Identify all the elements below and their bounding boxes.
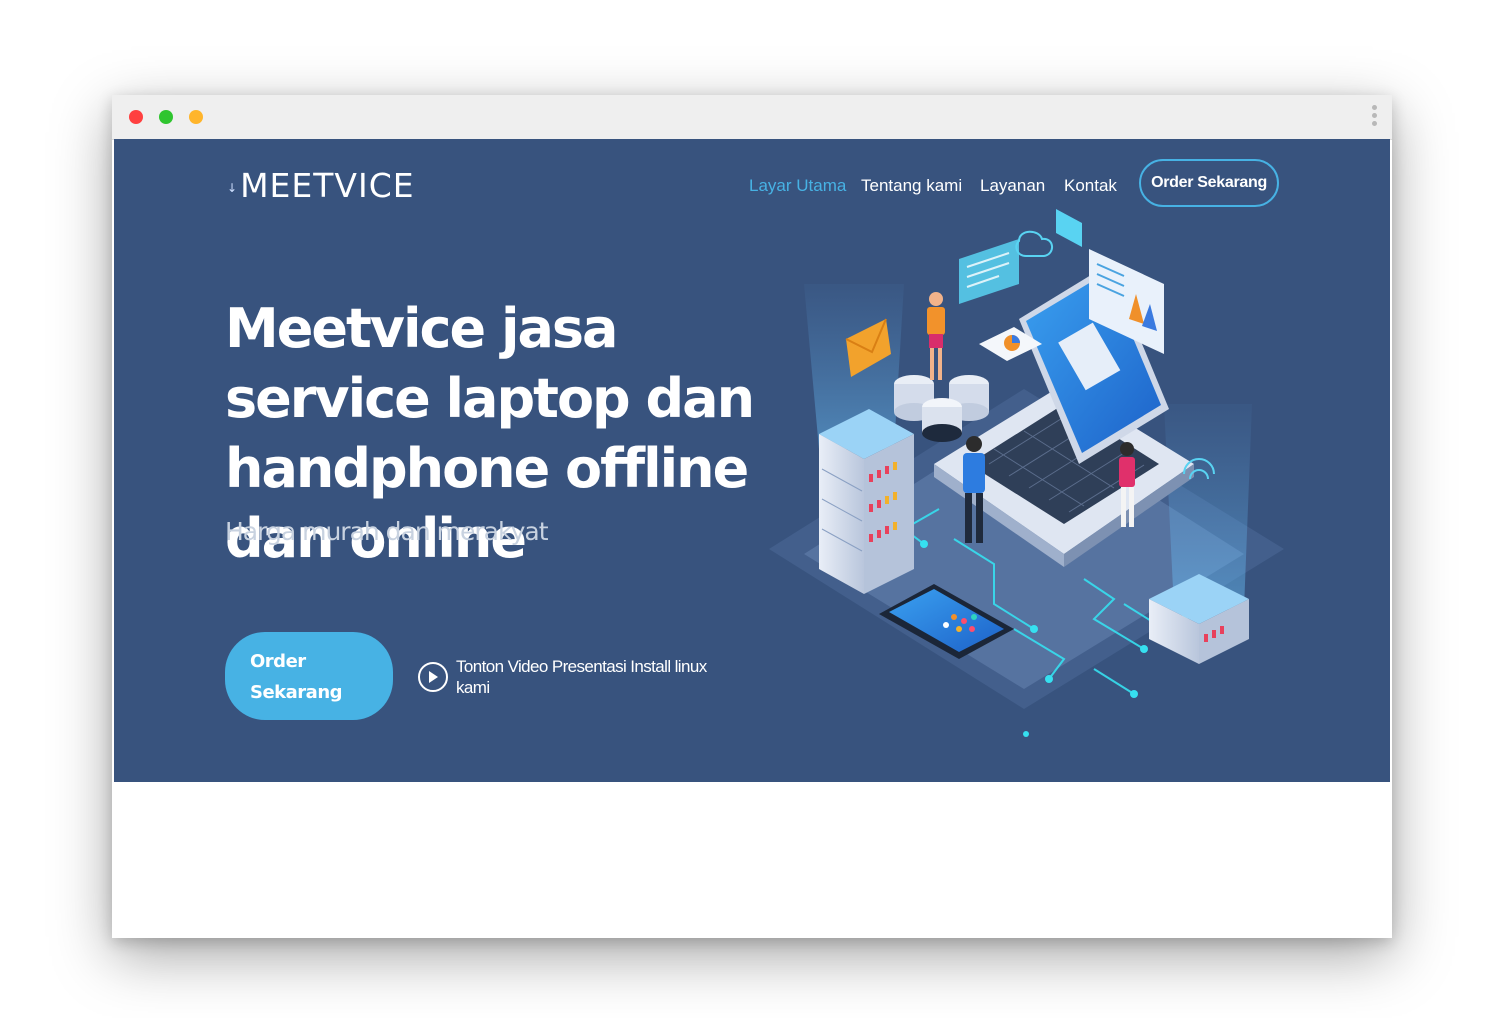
- nav-item-kontak[interactable]: Kontak: [1064, 176, 1117, 196]
- brand-name: MEETVICE: [240, 166, 415, 205]
- hero-subtitle: Harga murah dan merakyat: [225, 517, 548, 546]
- floating-panel-left: [959, 239, 1019, 304]
- order-now-label: Order Sekarang: [250, 651, 343, 703]
- close-window-dot[interactable]: [129, 110, 143, 124]
- order-now-button[interactable]: Order Sekarang: [225, 632, 393, 720]
- browser-window: ↓MEETVICE Layar Utama Tentang kami Layan…: [112, 95, 1392, 938]
- nav-item-layar-utama[interactable]: Layar Utama: [749, 176, 846, 196]
- server-tower-left: [819, 409, 914, 594]
- maximize-window-dot[interactable]: [159, 110, 173, 124]
- hero-section: ↓MEETVICE Layar Utama Tentang kami Layan…: [114, 139, 1390, 782]
- brand-logo[interactable]: ↓MEETVICE: [227, 166, 415, 205]
- hero-illustration: [769, 209, 1284, 737]
- nav-item-tentang-kami[interactable]: Tentang kami: [861, 176, 962, 196]
- person-woman-standing: [927, 292, 945, 380]
- browser-titlebar: [112, 95, 1392, 140]
- minimize-window-dot[interactable]: [189, 110, 203, 124]
- floating-panel-top: [1056, 209, 1082, 247]
- watch-video-link[interactable]: Tonton Video Presentasi Install linux ka…: [418, 657, 726, 697]
- watch-video-label: Tonton Video Presentasi Install linux ka…: [456, 657, 707, 697]
- right-light-beam: [1164, 404, 1252, 609]
- nav-item-layanan[interactable]: Layanan: [980, 176, 1045, 196]
- cloud-icon: [1015, 230, 1053, 257]
- nav-order-button[interactable]: Order Sekarang: [1139, 159, 1279, 207]
- play-icon: [418, 662, 448, 692]
- browser-menu-icon[interactable]: [1370, 105, 1378, 131]
- logo-mark-icon: ↓: [227, 180, 239, 195]
